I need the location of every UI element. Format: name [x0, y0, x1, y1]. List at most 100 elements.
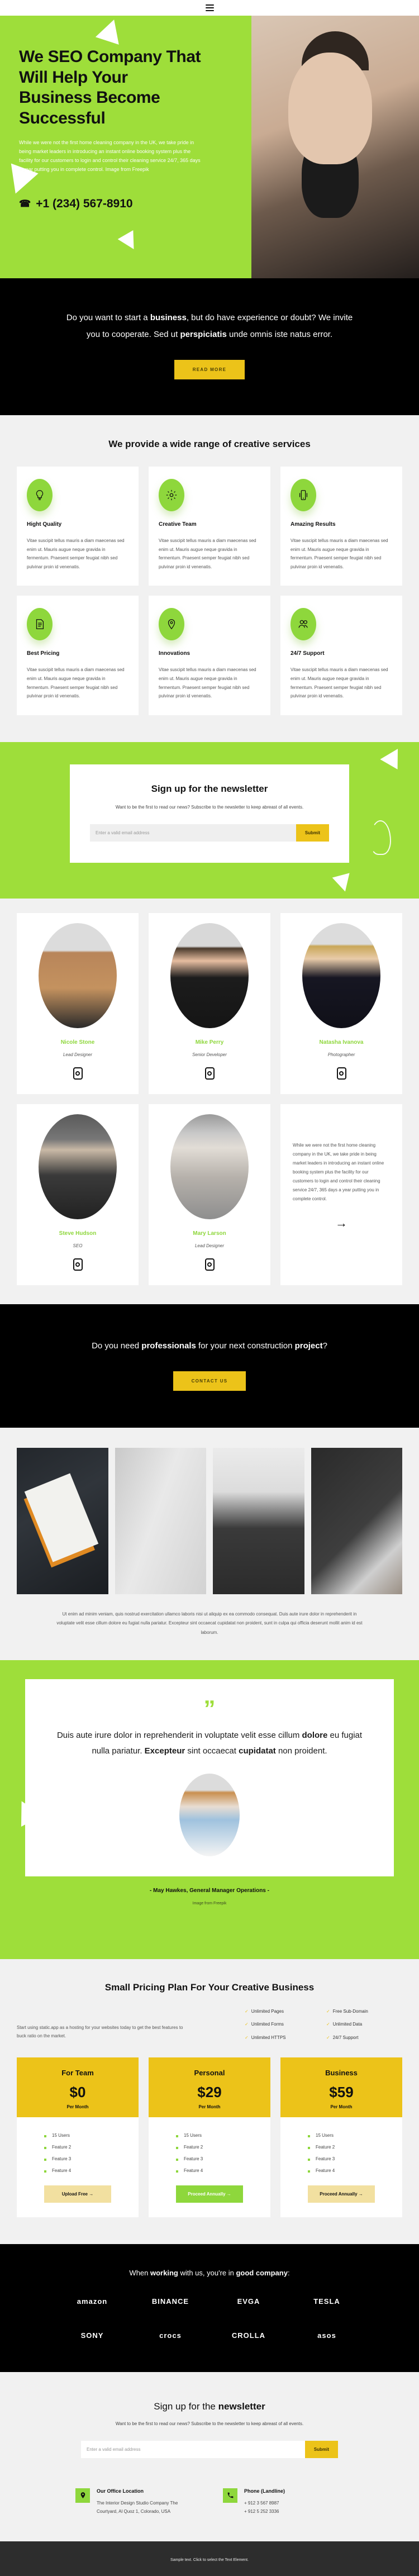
team-member-card[interactable]: Natasha Ivanova Photographer [280, 912, 402, 1094]
check-icon: ✓ [326, 2008, 330, 2014]
instagram-icon[interactable] [336, 1067, 346, 1080]
gallery-grid [17, 1447, 402, 1594]
team-member-card[interactable]: Mike Perry Senior Developer [149, 912, 270, 1094]
pricing-feature: ✓ 24/7 Support [326, 2035, 402, 2041]
asos-logo: asos [317, 2331, 336, 2340]
testimonial-card: ” Duis aute irure dolor in reprehenderit… [25, 1679, 394, 1876]
hero-portrait-image [251, 16, 419, 278]
service-card[interactable]: Innovations Vitae suscipit tellus mauris… [149, 596, 270, 715]
team-member-card[interactable]: Steve Hudson SEO [17, 1104, 139, 1285]
arrow-right-icon[interactable]: → [288, 1216, 394, 1230]
service-card[interactable]: Best Pricing Vitae suscipit tellus mauri… [17, 596, 139, 715]
pricing-feature: ✓ Unlimited Pages [245, 2009, 321, 2014]
burger-line [205, 7, 214, 8]
top-navigation-bar [0, 0, 419, 16]
intro-text-part: Do you want to start a [66, 313, 150, 322]
footer-copyright[interactable]: Sample text. Click to select the Text El… [170, 2558, 249, 2562]
services-grid: Hight Quality Vitae suscipit tellus maur… [17, 467, 402, 715]
team-section: Nicole Stone Lead Designer Mike Perry Se… [0, 898, 419, 1304]
crocs-logo: crocs [159, 2331, 182, 2340]
office-location-title: Our Office Location [97, 2488, 144, 2494]
team-member-card[interactable]: Nicole Stone Lead Designer [17, 912, 139, 1094]
intro-text-part: unde omnis iste natus error. [226, 330, 333, 339]
clients-text-part: When [129, 2268, 150, 2277]
quote-part: Duis aute irure dolor in reprehenderit i… [56, 1731, 302, 1741]
footer-title-part: Sign up for the [154, 2401, 218, 2412]
pricing-intro: Start using static.app as a hosting for … [17, 2009, 402, 2041]
intro-bold-perspiciatis: perspiciatis [180, 330, 227, 339]
cta-text-part: Do you need [92, 1341, 142, 1351]
map-pin-icon [75, 2488, 90, 2503]
plan-cta-button[interactable]: Upload Free → [44, 2185, 111, 2203]
service-card[interactable]: 24/7 Support Vitae suscipit tellus mauri… [280, 596, 402, 715]
pricing-plan-card[interactable]: Business $59 Per Month 15 Users Feature … [280, 2057, 402, 2217]
newsletter-section: Sign up for the newsletter Want to be th… [0, 742, 419, 899]
plan-feature-list: 15 Users Feature 2 Feature 3 Feature 4 [44, 2130, 111, 2176]
pricing-feature-label: Unlimited Pages [251, 2008, 284, 2014]
instagram-icon[interactable] [204, 1067, 215, 1080]
footer-email-input[interactable] [81, 2440, 305, 2458]
phone-title: Phone (Landline) [244, 2488, 285, 2494]
newsletter-email-input[interactable] [90, 824, 296, 842]
sony-logo: SONY [80, 2331, 104, 2340]
service-card[interactable]: Amazing Results Vitae suscipit tellus ma… [280, 467, 402, 586]
plan-feature-list: 15 Users Feature 2 Feature 3 Feature 4 [308, 2130, 375, 2176]
gallery-image[interactable] [311, 1447, 402, 1594]
quote-mark-icon: ” [203, 1695, 216, 1722]
team-member-role: Lead Designer [194, 1243, 225, 1248]
instagram-icon[interactable] [73, 1067, 83, 1080]
plan-period: Per Month [198, 2104, 221, 2109]
plan-name: Personal [194, 2068, 225, 2077]
quote-bold-dolore: dolore [302, 1731, 328, 1741]
pricing-feature: ✓ Unlimited Data [326, 2022, 402, 2027]
quote-bold-cupidatat: cupidatat [239, 1746, 276, 1756]
decorative-triangle [117, 230, 142, 254]
gear-icon [159, 479, 184, 511]
plan-cta-button[interactable]: Proceed Annually → [308, 2185, 375, 2203]
phone-icon: ☎ [19, 198, 31, 210]
hamburger-menu-icon[interactable] [205, 4, 214, 11]
avatar [170, 923, 249, 1028]
contact-us-button[interactable]: CONTACT US [173, 1371, 246, 1391]
gallery-image[interactable] [115, 1447, 206, 1594]
instagram-icon[interactable] [73, 1258, 83, 1271]
page-root: We SEO Company That Will Help Your Busin… [0, 0, 419, 2576]
team-member-name: Mary Larson [193, 1230, 226, 1237]
avatar [170, 1114, 249, 1219]
newsletter-subtitle: Want to be the first to read our news? S… [115, 804, 304, 810]
instagram-icon[interactable] [204, 1258, 215, 1271]
testimonial-quote: Duis aute irure dolor in reprehenderit i… [53, 1728, 366, 1759]
service-card[interactable]: Hight Quality Vitae suscipit tellus maur… [17, 467, 139, 586]
plan-feature: Feature 2 [176, 2141, 243, 2153]
team-note-text: While we were not the first home cleanin… [293, 1142, 384, 1201]
pricing-plan-card[interactable]: Personal $29 Per Month 15 Users Feature … [149, 2057, 270, 2217]
team-member-role: Lead Designer [63, 1052, 93, 1057]
newsletter-submit-button[interactable]: Submit [296, 824, 329, 842]
service-body: Vitae suscipit tellus mauris a diam maec… [291, 667, 388, 699]
avatar [302, 923, 380, 1028]
pricing-feature: ✓ Free Sub-Domain [326, 2009, 402, 2014]
team-member-card[interactable]: Mary Larson Lead Designer [149, 1104, 270, 1285]
gallery-image[interactable] [213, 1447, 304, 1594]
plan-period: Per Month [66, 2104, 89, 2109]
service-card[interactable]: Creative Team Vitae suscipit tellus maur… [149, 467, 270, 586]
service-title: Hight Quality [27, 521, 62, 527]
pricing-section: Small Pricing Plan For Your Creative Bus… [0, 1959, 419, 2244]
testimonial-image-credit: Image from Freepik [192, 1901, 227, 1905]
hero-phone-link[interactable]: ☎ +1 (234) 567-8910 [19, 197, 240, 211]
testimonial-avatar [179, 1773, 240, 1856]
service-title: Creative Team [159, 521, 197, 527]
pricing-plan-card[interactable]: For Team $0 Per Month 15 Users Feature 2… [17, 2057, 139, 2217]
gallery-image[interactable] [17, 1447, 108, 1594]
plan-cta-button[interactable]: Proceed Annually → [176, 2185, 243, 2203]
hero-phone-number: +1 (234) 567-8910 [36, 197, 133, 211]
phone-line-1: + 912 3 567 8987 [244, 2500, 279, 2506]
clients-bold-good-company: good company [236, 2268, 288, 2277]
check-icon: ✓ [245, 2022, 249, 2027]
team-member-role: Senior Developer [192, 1052, 227, 1057]
read-more-button[interactable]: READ MORE [174, 360, 245, 379]
plan-header: For Team $0 Per Month [17, 2057, 139, 2117]
footer-submit-button[interactable]: Submit [304, 2440, 338, 2458]
team-note-card: While we were not the first home cleanin… [280, 1104, 402, 1285]
footer-contacts: Our Office Location The Interior Design … [75, 2488, 344, 2516]
